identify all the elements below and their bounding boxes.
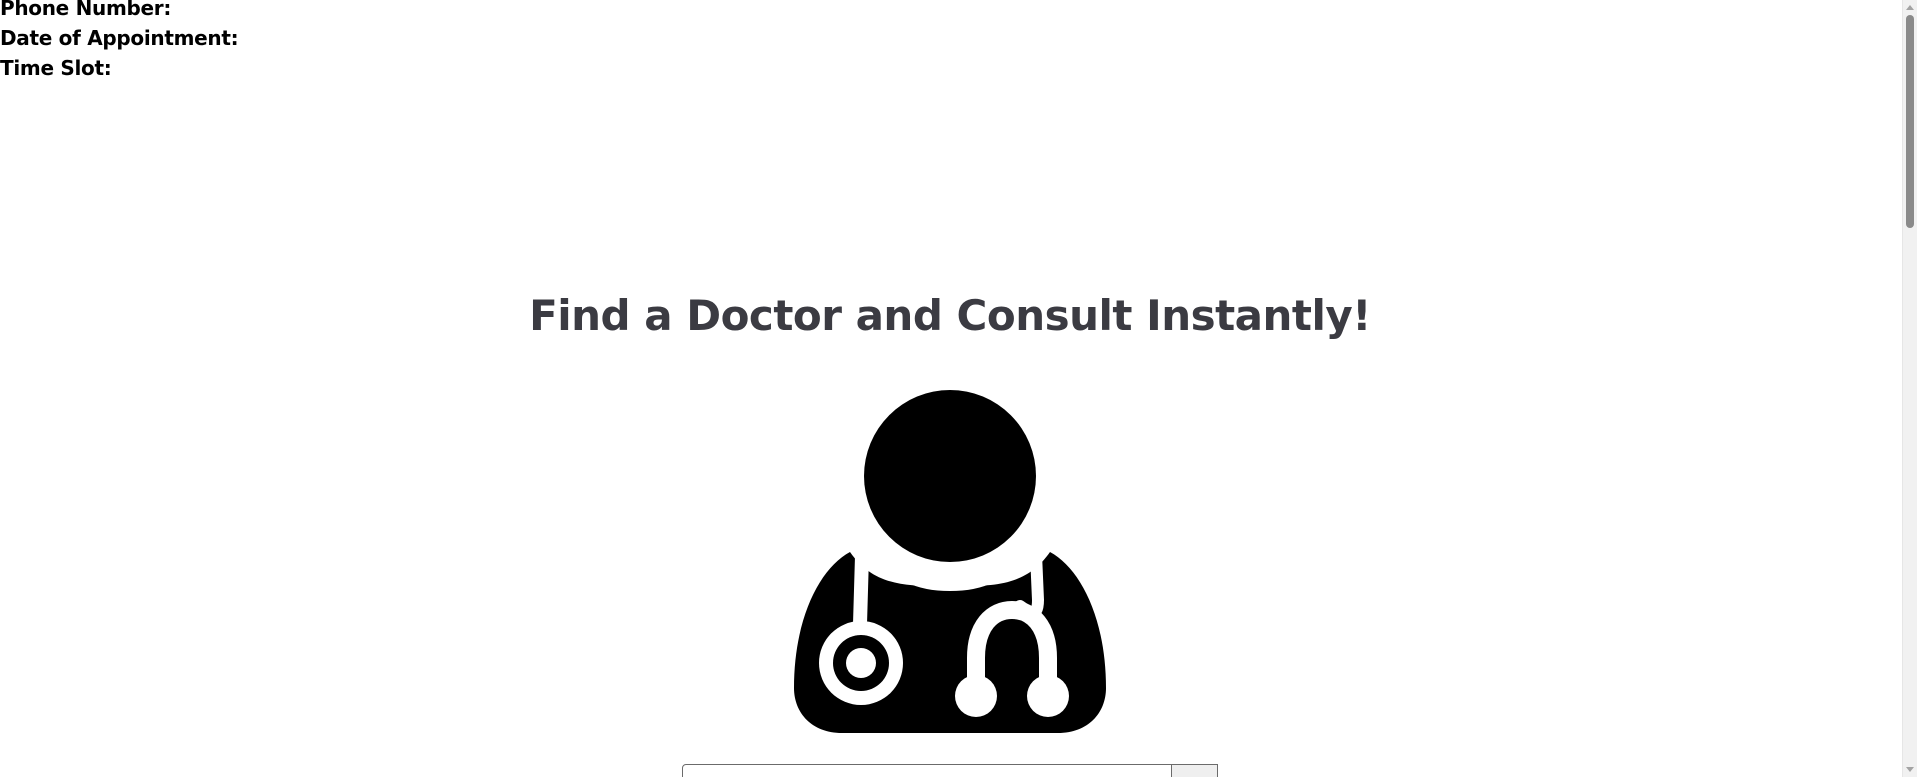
page: Phone Number: Date of Appointment: Time … — [0, 0, 1917, 777]
scrollbar-thumb[interactable] — [1906, 15, 1914, 228]
scroll-up-arrow-icon[interactable] — [1903, 0, 1917, 15]
date-of-appointment-label: Date of Appointment: — [0, 26, 239, 50]
page-heading: Find a Doctor and Consult Instantly! — [529, 291, 1371, 340]
doctor-icon — [794, 390, 1106, 733]
time-slot-label: Time Slot: — [0, 56, 112, 80]
vertical-scrollbar[interactable] — [1902, 0, 1917, 777]
search-button[interactable] — [1172, 764, 1218, 777]
doctor-search — [682, 764, 1218, 777]
appointment-details: Phone Number: Date of Appointment: Time … — [0, 0, 239, 83]
search-input[interactable] — [682, 764, 1172, 777]
scroll-down-arrow-icon[interactable] — [1903, 762, 1917, 777]
phone-number-label: Phone Number: — [0, 0, 172, 20]
